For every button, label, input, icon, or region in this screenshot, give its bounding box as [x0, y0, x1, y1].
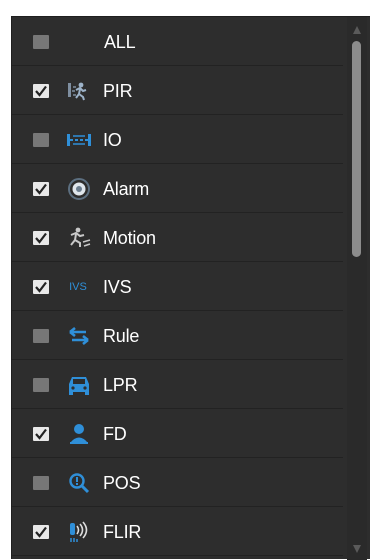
- list-item-lpr[interactable]: LPR: [12, 360, 343, 409]
- checkbox-pos[interactable]: [33, 476, 49, 490]
- list-item-flir[interactable]: FLIR: [12, 507, 343, 556]
- item-label: FD: [103, 424, 127, 444]
- item-label: ALL: [104, 32, 136, 52]
- checkmark-icon: [35, 232, 47, 244]
- checkbox-io[interactable]: [33, 133, 49, 147]
- checkmark-icon: [35, 526, 47, 538]
- item-label: LPR: [103, 375, 138, 395]
- car-icon: [66, 373, 92, 397]
- item-label: FLIR: [103, 522, 142, 542]
- pir-icon: [66, 79, 92, 103]
- motion-icon: [66, 226, 92, 250]
- item-label: IO: [103, 130, 122, 150]
- list-item-alarm[interactable]: Alarm: [12, 164, 343, 213]
- checkbox-ivs[interactable]: [33, 280, 49, 294]
- scroll-thumb[interactable]: [352, 41, 361, 257]
- checkmark-icon: [35, 183, 47, 195]
- list-item-io[interactable]: IO: [12, 115, 343, 164]
- item-label: IVS: [103, 277, 132, 297]
- io-icon: [66, 128, 92, 152]
- ivs-icon: IVS: [69, 281, 87, 293]
- checkbox-fd[interactable]: [33, 427, 49, 441]
- checkbox-rule[interactable]: [33, 329, 49, 343]
- person-icon: [66, 422, 92, 446]
- checkbox-pir[interactable]: [33, 84, 49, 98]
- item-label: Alarm: [103, 179, 150, 199]
- checkbox-flir[interactable]: [33, 525, 49, 539]
- item-label: Motion: [103, 228, 156, 248]
- item-label: POS: [103, 473, 141, 493]
- event-filter-panel: ALL PIR IO Alarm Motion IVS IVS Rule LPR…: [11, 16, 370, 560]
- list-item-rule[interactable]: Rule: [12, 311, 343, 360]
- rule-icon: [66, 324, 92, 348]
- item-label: PIR: [103, 81, 133, 101]
- checkmark-icon: [35, 428, 47, 440]
- event-type-list: ALL PIR IO Alarm Motion IVS IVS Rule LPR…: [12, 17, 343, 560]
- checkbox-alarm[interactable]: [33, 182, 49, 196]
- list-item-motion[interactable]: Motion: [12, 213, 343, 262]
- checkbox-motion[interactable]: [33, 231, 49, 245]
- thermal-icon: [66, 520, 92, 544]
- checkmark-icon: [35, 85, 47, 97]
- list-item-pir[interactable]: PIR: [12, 66, 343, 115]
- list-item-fd[interactable]: FD: [12, 409, 343, 458]
- vertical-scrollbar[interactable]: [347, 17, 367, 560]
- checkbox-all[interactable]: [33, 35, 49, 49]
- list-item-all[interactable]: ALL: [12, 17, 343, 66]
- scroll-up-arrow-icon[interactable]: [352, 25, 362, 35]
- checkmark-icon: [35, 281, 47, 293]
- scroll-down-arrow-icon[interactable]: [352, 544, 362, 554]
- item-label: Rule: [103, 326, 140, 346]
- magnifier-icon: [66, 471, 92, 495]
- list-item-ivs[interactable]: IVS IVS: [12, 262, 343, 311]
- checkbox-lpr[interactable]: [33, 378, 49, 392]
- alarm-icon: [66, 177, 92, 201]
- list-item-pos[interactable]: POS: [12, 458, 343, 507]
